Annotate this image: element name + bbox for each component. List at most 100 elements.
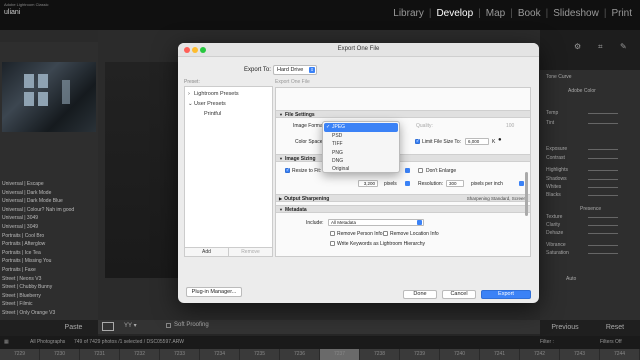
preset-item[interactable]: Printful	[204, 111, 221, 117]
export-button[interactable]: Export	[481, 290, 531, 299]
paste-button[interactable]: Paste	[49, 320, 98, 336]
remove-person-info-checkbox[interactable]	[330, 231, 335, 236]
disclosure-triangle-icon[interactable]: ›	[188, 91, 190, 97]
list-item[interactable]: Street | Blueberry	[0, 292, 98, 301]
file-settings-section[interactable]: ▼ File Settings	[276, 110, 530, 118]
format-option-psd[interactable]: PSD	[323, 132, 399, 141]
preset-folder[interactable]: User Presets	[194, 101, 226, 107]
module-print[interactable]: Print	[607, 8, 636, 19]
list-item[interactable]: Universal | Colour? Nah im good	[0, 206, 98, 215]
export-to-select[interactable]: Hard Drive ⇕	[273, 65, 317, 75]
settings-scrollbar[interactable]	[525, 172, 528, 216]
before-after-icon[interactable]: YY ▾	[124, 322, 137, 329]
filmstrip-thumb[interactable]: 7241	[480, 349, 520, 360]
profile-value[interactable]: Adobe Color	[568, 88, 596, 94]
module-slideshow[interactable]: Slideshow	[549, 8, 603, 19]
auto-button[interactable]: Auto	[566, 276, 576, 282]
limit-file-size-checkbox[interactable]	[415, 138, 420, 144]
section-title: Metadata	[284, 207, 307, 213]
format-option-original[interactable]: Original	[323, 165, 399, 174]
list-item[interactable]: Street | Chubby Bunny	[0, 283, 98, 292]
output-sharpening-section[interactable]: ▶ Output Sharpening Sharpening Standard, …	[276, 194, 530, 202]
include-select[interactable]: All Metadata	[328, 219, 424, 226]
slider-label: Clarity	[546, 222, 561, 228]
format-option-png[interactable]: PNG	[323, 149, 399, 158]
image-sizing-section[interactable]: ▼ Image Sizing	[276, 154, 530, 162]
list-item[interactable]: Universal | Dark Mode Blue	[0, 197, 98, 206]
done-button[interactable]: Done	[403, 290, 437, 299]
adjust-sliders-icon[interactable]: ⚙	[574, 42, 581, 51]
filmstrip: 7229 7230 7231 7232 7233 7234 7235 7236 …	[0, 349, 640, 360]
resolution-label: Resolution:	[418, 181, 444, 187]
list-item[interactable]: Universal | Escape	[0, 180, 98, 189]
resize-to-fit-checkbox[interactable]	[285, 167, 290, 173]
list-item[interactable]: Portraits | Faxe	[0, 266, 98, 275]
write-keywords-checkbox[interactable]	[330, 241, 335, 246]
reset-button[interactable]: Reset	[590, 320, 640, 336]
filmstrip-thumb[interactable]: 7230	[40, 349, 80, 360]
soft-proofing-checkbox[interactable]	[166, 323, 171, 328]
metadata-section[interactable]: ▼ Metadata	[276, 205, 530, 213]
disclosure-triangle-icon[interactable]: ⌄	[188, 101, 193, 107]
list-item[interactable]: Portraits | Cool Bro	[0, 232, 98, 241]
loupe-view-icon[interactable]	[102, 322, 114, 331]
module-map[interactable]: Map	[482, 8, 509, 19]
list-item[interactable]: Street | Neons V3	[0, 275, 98, 284]
filmstrip-thumb[interactable]: 7240	[440, 349, 480, 360]
filmstrip-thumb[interactable]: 7229	[0, 349, 40, 360]
format-option-tiff[interactable]: TIFF	[323, 140, 399, 149]
list-item[interactable]: Portraits | Ice Tea	[0, 249, 98, 258]
section-label: Presence	[580, 206, 602, 212]
remove-preset-button[interactable]: Remove	[228, 248, 272, 256]
filmstrip-thumb[interactable]: 7235	[240, 349, 280, 360]
filmstrip-thumb[interactable]: 7239	[400, 349, 440, 360]
list-item[interactable]: Street | Only Orange V3	[0, 309, 98, 318]
module-book[interactable]: Book	[514, 8, 545, 19]
cancel-button[interactable]: Cancel	[442, 290, 476, 299]
plugin-manager-button[interactable]: Plug-in Manager...	[186, 287, 242, 297]
preset-folder[interactable]: Lightroom Presets	[194, 91, 239, 97]
filmstrip-thumb[interactable]: 7233	[160, 349, 200, 360]
resolution-input[interactable]: 300	[446, 180, 464, 187]
grid-icon[interactable]: ▦	[4, 339, 9, 345]
resize-pixels-input[interactable]: 3,200	[358, 180, 378, 187]
remove-location-info-checkbox[interactable]	[383, 231, 388, 236]
module-library[interactable]: Library	[389, 8, 428, 19]
chevron-down-icon[interactable]	[405, 168, 410, 173]
tone-curve-label[interactable]: Tone Curve	[546, 74, 572, 80]
filmstrip-thumb[interactable]: 7238	[360, 349, 400, 360]
filmstrip-thumb[interactable]: 7243	[560, 349, 600, 360]
list-item[interactable]: Portraits | Afterglow	[0, 240, 98, 249]
copy-button[interactable]	[0, 320, 49, 336]
list-item[interactable]: Portraits | Missing You	[0, 257, 98, 266]
module-develop[interactable]: Develop	[432, 8, 477, 19]
filmstrip-thumb[interactable]: 7232	[120, 349, 160, 360]
filmstrip-thumb[interactable]: 7244	[600, 349, 640, 360]
chevron-down-icon[interactable]	[519, 181, 524, 186]
format-option-jpeg[interactable]: ✓ JPEG	[324, 123, 398, 132]
filmstrip-thumb[interactable]: 7242	[520, 349, 560, 360]
filmstrip-thumb[interactable]: 7234	[200, 349, 240, 360]
navigator-preview[interactable]	[2, 62, 96, 132]
filmstrip-thumb[interactable]: 7236	[280, 349, 320, 360]
heal-icon[interactable]: ✎	[620, 42, 627, 51]
limit-file-size-input[interactable]: 6,000	[465, 138, 489, 145]
quality-label: Quality:	[416, 123, 433, 129]
filmstrip-thumb[interactable]: 7231	[80, 349, 120, 360]
slider-label: Contrast	[546, 155, 565, 161]
list-item[interactable]: Universal | Dark Mode	[0, 189, 98, 198]
filter-value[interactable]: Filters Off	[600, 339, 622, 345]
previous-button[interactable]: Previous	[540, 320, 590, 336]
slider-label: Texture	[546, 214, 563, 220]
list-item[interactable]: Street | Filmic	[0, 300, 98, 309]
list-item[interactable]: Universal | 3049	[0, 214, 98, 223]
dont-enlarge-checkbox[interactable]	[418, 168, 423, 173]
filmstrip-thumb-selected[interactable]: 7237	[320, 349, 360, 360]
crop-icon[interactable]: ⌗	[598, 42, 603, 52]
add-preset-button[interactable]: Add	[185, 248, 228, 256]
info-icon[interactable]: ●	[498, 137, 502, 143]
list-item[interactable]: Universal | 3049	[0, 223, 98, 232]
source-label[interactable]: All Photographs	[30, 339, 65, 345]
limit-file-size-unit: K	[492, 139, 496, 145]
chevron-down-icon[interactable]	[405, 181, 410, 186]
